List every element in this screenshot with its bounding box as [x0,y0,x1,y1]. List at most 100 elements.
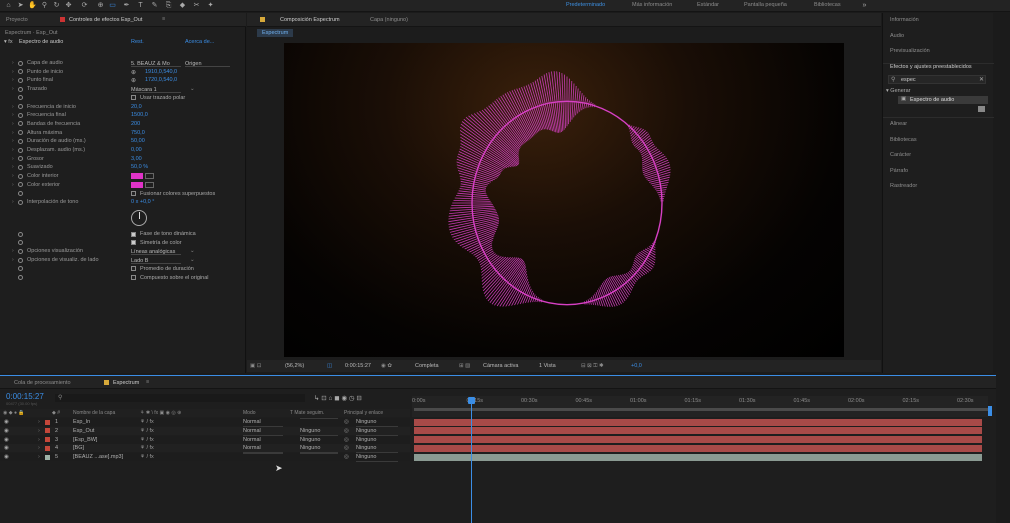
comp-viewer[interactable] [284,43,844,357]
stopwatch-icon[interactable] [18,231,23,237]
more-workspaces-icon[interactable]: » [860,1,869,10]
property-value[interactable]: 1500,0 [131,111,148,119]
pickwhip-icon[interactable]: ◎ [344,418,349,426]
view-options-icon[interactable]: ⊟ ⊠ ⚿ ✱ [581,363,604,370]
playhead-handle[interactable] [468,397,475,404]
blend-mode-dropdown[interactable]: Normal [243,444,283,454]
stopwatch-icon[interactable] [18,121,23,127]
timeline-switch-icons[interactable]: ↳ ⊡ ⌂ ◼ ◉ ◷ ⊟ [314,394,362,402]
table-row[interactable]: ◉ › 2 Esp_Out ⚘ / fx Normal Ninguno ◎ Ninguno [0,426,410,436]
camera-dropdown[interactable]: Cámara activa [483,363,518,369]
property-dropdown[interactable]: Lado B [131,257,181,264]
workspace-learn[interactable]: Más información [632,2,672,8]
layer-label-color[interactable] [45,419,50,425]
stopwatch-icon[interactable] [18,191,23,196]
stopwatch-icon[interactable] [18,130,23,136]
mode-header[interactable]: Modo [243,409,256,417]
layer-duration-bar[interactable] [414,444,982,452]
layer-label-color[interactable] [45,454,50,460]
tab-timeline-comp[interactable]: Espectrum [113,380,139,386]
property-value[interactable]: 20,0 [131,103,142,111]
panel-audio[interactable]: Audio [890,33,904,39]
twirl-icon[interactable]: › [38,418,40,426]
checkbox[interactable] [131,275,136,280]
panel-menu-icon[interactable]: ≡ [162,16,165,22]
stopwatch-icon[interactable] [18,248,23,254]
panel-libraries[interactable]: Bibliotecas [890,137,917,143]
layer-switches[interactable]: ⚘ / fx [140,444,154,452]
parent-dropdown[interactable]: Ninguno [356,427,398,436]
parent-dropdown[interactable]: Ninguno [356,418,398,427]
twirl-icon[interactable]: › [38,436,40,444]
property-dropdown[interactable]: Máscara 1 [131,86,181,93]
twirl-icon[interactable]: › [12,155,14,163]
pan-tool-icon[interactable]: ✥ [64,1,73,10]
layer-label-color[interactable] [45,437,50,443]
table-row[interactable]: ◉ › 4 [BG] ⚘ / fx Normal Ninguno ◎ Ninguno [0,444,410,454]
effects-search-box[interactable]: ⚲ espec ✕ [888,75,986,84]
layer-duration-bar[interactable] [414,418,982,426]
stopwatch-icon[interactable] [18,275,23,280]
safe-zones-icon[interactable]: ◫ [327,363,332,369]
stopwatch-icon[interactable] [18,104,23,109]
track-matte-dropdown[interactable]: Ninguno [300,436,338,445]
stopwatch-icon[interactable] [18,138,23,144]
panel-character[interactable]: Carácter [890,152,911,158]
work-area-bar[interactable] [414,408,990,411]
stopwatch-icon[interactable] [18,182,23,188]
layer-duration-bar[interactable] [414,453,982,461]
tab-render-queue[interactable]: Cola de procesamiento [14,380,71,386]
layer-switches[interactable]: ⚘ / fx [140,427,154,435]
eyedropper-icon[interactable] [145,173,154,180]
layer-name[interactable]: Esp_In [73,418,90,426]
track-matte-dropdown[interactable] [300,453,338,455]
checkbox[interactable] [131,95,136,101]
property-value[interactable]: 750,0 [131,129,145,137]
eraser-tool-icon[interactable]: ◆ [178,1,187,10]
twirl-icon[interactable]: › [12,129,14,137]
twirl-icon[interactable]: › [38,444,40,452]
twirl-icon[interactable]: › [12,120,14,128]
workspace-default[interactable]: Predeterminado [566,2,605,8]
property-dropdown[interactable]: Líneas analógicas [131,248,181,255]
visibility-eye-icon[interactable]: ◉ [4,444,9,452]
hand-tool-icon[interactable]: ✋ [28,1,37,10]
panel-align[interactable]: Alinear [890,121,907,127]
timeline-menu-icon[interactable]: ≡ [146,379,149,385]
layer-duration-bar[interactable] [414,427,982,435]
stopwatch-icon[interactable] [18,173,23,179]
source-dropdown[interactable]: Origen [185,60,230,67]
stopwatch-icon[interactable] [18,257,23,263]
layer-switches[interactable]: ⚘ / fx [140,453,154,461]
twirl-icon[interactable]: › [12,111,14,119]
stopwatch-icon[interactable] [18,95,23,101]
timeline-timecode[interactable]: 0:00:15:27 [6,392,44,401]
workspace-libraries[interactable]: Bibliotecas [814,2,841,8]
track-matte-dropdown[interactable]: Ninguno [300,444,338,454]
pickwhip-icon[interactable]: ◎ [344,436,349,444]
panel-tracker[interactable]: Rastreador [890,183,917,189]
anchor-tool-icon[interactable]: ⊕ [96,1,105,10]
property-value[interactable]: 3,00 [131,155,142,163]
twirl-icon[interactable]: › [12,76,14,84]
brush-tool-icon[interactable]: ✎ [150,1,159,10]
parent-dropdown[interactable]: Ninguno [356,436,398,445]
shape-tool-icon[interactable]: ▭ [108,1,117,10]
twirl-icon[interactable]: › [12,59,14,67]
twirl-icon[interactable]: › [12,247,14,255]
color-swatch[interactable] [131,173,143,180]
track-matte-dropdown[interactable] [300,418,338,419]
stopwatch-icon[interactable] [18,199,23,205]
layer-name[interactable]: [Esp_BW] [73,436,97,444]
region-icon[interactable]: ⊞ ▨ [459,363,470,369]
clear-search-icon[interactable]: ✕ [979,76,984,83]
blend-mode-dropdown[interactable]: Normal [243,418,283,427]
twirl-icon[interactable]: › [12,103,14,111]
layer-duration-bar[interactable] [414,436,982,444]
checkbox[interactable] [131,191,136,196]
tab-project[interactable]: Proyecto [6,17,28,23]
rotate-tool-icon[interactable]: ⟳ [80,1,89,10]
stopwatch-icon[interactable] [18,112,23,118]
parent-header[interactable]: Principal y enlace [344,409,383,417]
pen-tool-icon[interactable]: ✒ [122,1,131,10]
